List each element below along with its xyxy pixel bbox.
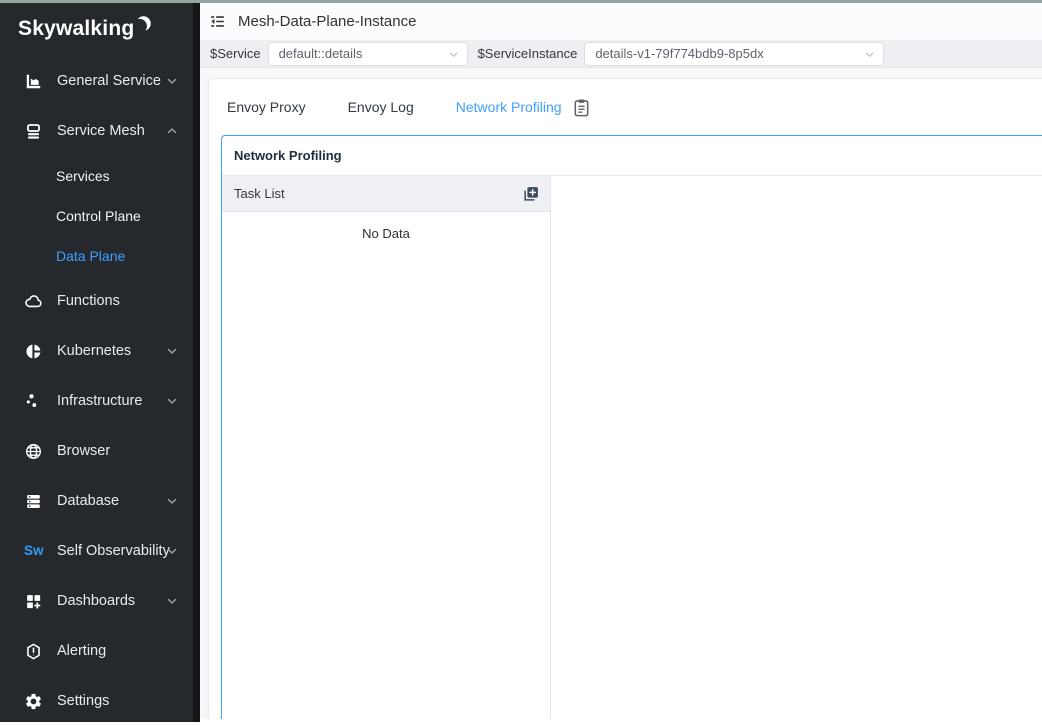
sidebar-item-self-observability[interactable]: Sw Self Observability [0,526,200,576]
chevron-up-icon [166,125,178,137]
panel-title: Network Profiling [222,136,1042,176]
sidebar-item-browser[interactable]: Browser [0,426,200,476]
chevron-down-icon [448,49,459,60]
window-top-edge [0,0,1042,3]
new-task-icon[interactable] [521,184,541,204]
chevron-down-icon [166,345,178,357]
sidebar-item-functions[interactable]: Functions [0,276,200,326]
app-logo-text: Skywalking [18,17,134,41]
task-detail-area [551,176,1042,719]
crescent-moon-icon [135,15,152,32]
service-select-value: default::details [279,46,363,61]
service-instance-select[interactable]: details-v1-79f774bdb9-8p5dx [584,42,884,66]
menu-fold-icon[interactable] [204,9,230,35]
tab-envoy-proxy[interactable]: Envoy Proxy [227,99,306,115]
sidebar: Skywalking General Service [0,0,200,722]
sidebar-item-data-plane[interactable]: Data Plane [0,236,200,276]
chevron-down-icon [864,49,875,60]
service-instance-label: $ServiceInstance [478,46,578,61]
cloud-icon [24,292,43,311]
pie-chart-icon [24,342,43,361]
dots-cluster-icon [24,392,43,411]
gear-icon [24,692,43,711]
sidebar-item-settings[interactable]: Settings [0,676,200,726]
sidebar-item-kubernetes[interactable]: Kubernetes [0,326,200,376]
sidebar-item-control-plane[interactable]: Control Plane [0,196,200,236]
task-list-header: Task List [222,176,550,212]
chevron-down-icon [166,545,178,557]
page-header: Mesh-Data-Plane-Instance [200,3,1042,40]
chevron-down-icon [166,495,178,507]
sw-logo-icon: Sw [24,542,43,561]
service-label: $Service [210,46,261,61]
clipboard-icon[interactable] [572,97,592,117]
filter-bar: $Service default::details $ServiceInstan… [200,40,1042,68]
sidebar-item-services[interactable]: Services [0,156,200,196]
sidebar-item-general-service[interactable]: General Service [0,56,200,106]
task-list-title: Task List [234,186,285,201]
main-area: Mesh-Data-Plane-Instance $Service defaul… [200,3,1042,722]
chevron-down-icon [166,75,178,87]
content-area: Envoy Proxy Envoy Log Network Profiling … [200,68,1042,719]
tab-envoy-log[interactable]: Envoy Log [348,99,414,115]
app-logo: Skywalking [0,0,200,56]
empty-state-text: No Data [222,212,550,241]
server-stack-icon [24,492,43,511]
tab-bar: Envoy Proxy Envoy Log Network Profiling [209,79,1042,135]
chart-icon [24,72,43,91]
layers-icon [24,122,43,141]
globe-icon [24,442,43,461]
sidebar-scrollbar[interactable] [193,0,200,722]
network-profiling-panel: Network Profiling Task List [221,135,1042,719]
sidebar-nav: General Service Service Mesh Services Co… [0,56,200,726]
service-instance-select-value: details-v1-79f774bdb9-8p5dx [595,46,763,61]
sidebar-item-infrastructure[interactable]: Infrastructure [0,376,200,426]
sidebar-item-database[interactable]: Database [0,476,200,526]
sidebar-item-dashboards[interactable]: Dashboards [0,576,200,626]
chevron-down-icon [166,395,178,407]
tab-network-profiling[interactable]: Network Profiling [456,99,562,115]
panel-body: Task List No Data [222,176,1042,719]
sidebar-item-service-mesh[interactable]: Service Mesh [0,106,200,156]
dashboard-grid-icon [24,592,43,611]
sidebar-item-alerting[interactable]: Alerting [0,626,200,676]
chevron-down-icon [166,595,178,607]
task-list-column: Task List No Data [222,176,551,719]
alert-hexagon-icon [24,642,43,661]
service-select[interactable]: default::details [268,42,468,66]
page-title: Mesh-Data-Plane-Instance [238,13,416,30]
dashboard-card: Envoy Proxy Envoy Log Network Profiling … [208,78,1042,719]
